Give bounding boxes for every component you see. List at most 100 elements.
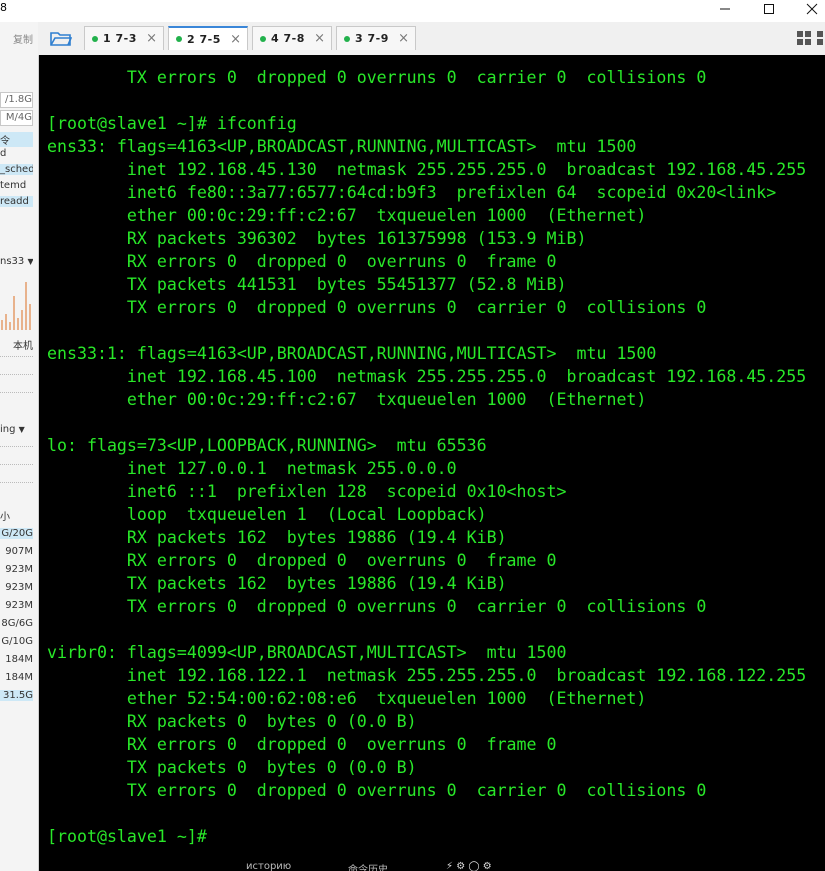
copy-button[interactable]: 复制 [0, 31, 33, 46]
terminal-line: TX packets 162 bytes 19886 (19.4 KiB) [47, 574, 507, 593]
disk-size: 907M [5, 546, 33, 557]
terminal-line: [root@slave1 ~]# ifconfig [47, 114, 297, 133]
terminal-line: ether 52:54:00:62:08:e6 txqueuelen 1000 … [47, 689, 647, 708]
gear-icon: ⚙ [482, 861, 492, 871]
process-item[interactable]: temd [0, 180, 33, 191]
tab-label: 4 7-8 [271, 32, 305, 45]
terminal-line: virbr0: flags=4099<UP,BROADCAST,MULTICAS… [47, 643, 567, 662]
layout-grid-button[interactable] [796, 30, 825, 49]
tab-session-2[interactable]: 2 7-5 × [168, 26, 248, 50]
terminal-line: loop txqueuelen 1 (Local Loopback) [47, 505, 487, 524]
terminal-line: TX errors 0 dropped 0 overruns 0 carrier… [47, 781, 707, 800]
window-title-fragment: 8 [0, 1, 7, 14]
process-header: 令 [0, 132, 33, 147]
disk-size: 923M [5, 600, 33, 611]
terminal-line: lo: flags=73<UP,LOOPBACK,RUNNING> mtu 65… [47, 436, 487, 455]
connected-status-icon [176, 36, 182, 42]
terminal-line: inet 192.168.45.100 netmask 255.255.255.… [47, 367, 807, 386]
open-folder-button[interactable] [50, 29, 73, 50]
minimize-icon [720, 8, 730, 10]
terminal-line: TX packets 441531 bytes 55451377 (52.8 M… [47, 275, 567, 294]
terminal-line: [root@slave1 ~]# [47, 827, 207, 846]
close-tab-icon[interactable]: × [314, 31, 325, 46]
session-tab-bar: 1 7-3 × 2 7-5 × 4 7-8 × 3 7-9 × [38, 22, 825, 56]
process-item[interactable]: d [0, 148, 33, 159]
network-interface-select[interactable]: ns33 ▼ [0, 256, 33, 267]
chevron-down-icon: ▼ [27, 257, 33, 266]
connected-status-icon [260, 35, 266, 42]
close-window-button[interactable] [797, 0, 825, 18]
minimize-button[interactable] [710, 0, 740, 18]
search-icon: ◯ [468, 861, 480, 871]
terminal-line: RX errors 0 dropped 0 overruns 0 frame 0 [47, 735, 557, 754]
grid-icon [797, 31, 823, 45]
disk-size: 923M [5, 582, 33, 593]
terminal-line: ens33:1: flags=4163<UP,BROADCAST,RUNNING… [47, 344, 657, 363]
terminal-line: TX errors 0 dropped 0 overruns 0 carrier… [47, 68, 707, 87]
tab-session-4[interactable]: 3 7-9 × [336, 26, 416, 50]
swap-usage: M/4G [0, 110, 33, 126]
settings-icon: ⚙ [456, 861, 466, 871]
memory-usage: /1.8G [0, 92, 33, 108]
process-item[interactable]: _sched [0, 164, 33, 175]
toolbar-icons[interactable]: ⚡ ⚙ ◯ ⚙ [446, 861, 492, 871]
terminal-line: ens33: flags=4163<UP,BROADCAST,RUNNING,M… [47, 137, 637, 156]
local-label: 本机 [13, 341, 33, 352]
terminal-line: TX packets 0 bytes 0 (0.0 B) [47, 758, 417, 777]
terminal-line: inet 127.0.0.1 netmask 255.0.0.0 [47, 459, 457, 478]
tab-session-3[interactable]: 4 7-8 × [252, 26, 332, 50]
lightning-icon: ⚡ [446, 861, 454, 871]
network-interface-label: ns33 [0, 256, 25, 267]
tab-label: 2 7-5 [187, 32, 221, 46]
terminal-output[interactable]: TX errors 0 dropped 0 overruns 0 carrier… [39, 55, 825, 871]
terminal-line: inet 192.168.122.1 netmask 255.255.255.0… [47, 666, 807, 685]
terminal-line: inet 192.168.45.130 netmask 255.255.255.… [47, 160, 807, 179]
network-traffic-graph [1, 282, 31, 330]
process-item[interactable]: readd [0, 196, 33, 207]
title-bar: 8 [0, 0, 825, 22]
disk-size: 184M [5, 654, 33, 665]
disk-size: 8G/6G [1, 618, 33, 629]
disk-size: G/10G [1, 636, 33, 647]
system-info-panel: 复制 /1.8G M/4G 令 d _sched temd readd ns33… [0, 22, 39, 871]
connected-status-icon [344, 35, 350, 42]
terminal-line: RX errors 0 dropped 0 overruns 0 frame 0 [47, 252, 557, 271]
close-tab-icon[interactable]: × [146, 31, 157, 46]
ping-label: ing [0, 424, 16, 435]
ping-select[interactable]: ing ▼ [0, 424, 33, 435]
terminal-line: ether 00:0c:29:ff:c2:67 txqueuelen 1000 … [47, 206, 647, 225]
maximize-icon [764, 4, 774, 14]
disk-size: G/20G [0, 528, 33, 539]
disk-size-header: 小 [0, 512, 10, 523]
folder-icon [50, 32, 73, 46]
terminal-line: inet6 ::1 prefixlen 128 scopeid 0x10<hos… [47, 482, 567, 501]
connected-status-icon [92, 35, 98, 42]
chevron-down-icon: ▼ [18, 425, 25, 434]
history-label[interactable]: историю [246, 861, 291, 871]
disk-size: 31.5G [0, 690, 33, 701]
tab-label: 3 7-9 [355, 32, 389, 45]
terminal-line: TX errors 0 dropped 0 overruns 0 carrier… [47, 597, 707, 616]
terminal-line: RX packets 0 bytes 0 (0.0 B) [47, 712, 417, 731]
close-tab-icon[interactable]: × [398, 31, 409, 46]
terminal-line: inet6 fe80::3a77:6577:64cd:b9f3 prefixle… [47, 183, 777, 202]
terminal-line: ether 00:0c:29:ff:c2:67 txqueuelen 1000 … [47, 390, 647, 409]
terminal-line: RX packets 162 bytes 19886 (19.4 KiB) [47, 528, 507, 547]
bottom-toolbar: историю 命令历史 ⚡ ⚙ ◯ ⚙ [200, 858, 560, 871]
terminal-line: RX packets 396302 bytes 161375998 (153.9… [47, 229, 587, 248]
tab-session-1[interactable]: 1 7-3 × [84, 26, 164, 50]
terminal-line: RX errors 0 dropped 0 overruns 0 frame 0 [47, 551, 557, 570]
maximize-button[interactable] [754, 0, 784, 18]
close-tab-icon[interactable]: × [230, 32, 241, 47]
close-icon [806, 3, 818, 15]
tab-label: 1 7-3 [103, 32, 137, 45]
command-history-label[interactable]: 命令历史 [348, 861, 388, 871]
terminal-line: TX errors 0 dropped 0 overruns 0 carrier… [47, 298, 707, 317]
terminal-lines: TX errors 0 dropped 0 overruns 0 carrier… [47, 66, 806, 848]
disk-size: 184M [5, 672, 33, 683]
